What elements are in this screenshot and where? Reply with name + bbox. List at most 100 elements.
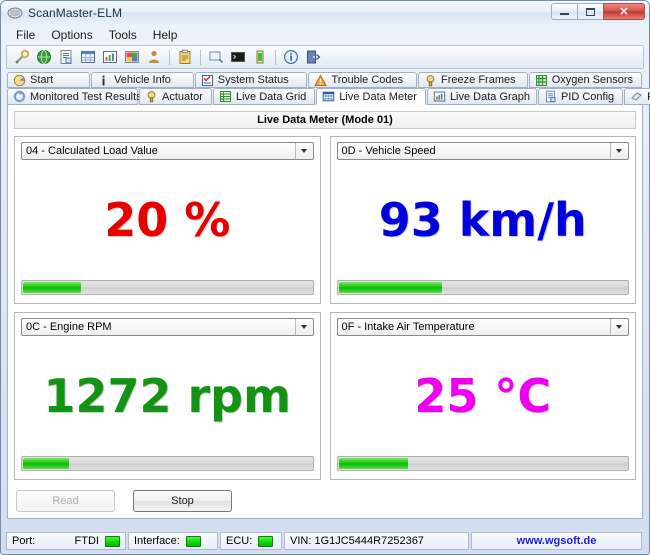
tab-label: PID Config	[561, 91, 614, 103]
checklist-icon	[201, 74, 214, 87]
pid-select-1[interactable]: 0D - Vehicle Speed	[337, 142, 630, 160]
gauge-value-area: 93 km/h	[337, 160, 630, 280]
chevron-down-icon[interactable]	[610, 143, 627, 159]
globe-icon[interactable]	[36, 49, 52, 65]
tab-label: Trouble Codes	[331, 74, 403, 86]
tab-label: Actuator	[162, 91, 203, 103]
menu-item-help[interactable]: Help	[146, 26, 185, 44]
stop-button[interactable]: Stop	[133, 490, 232, 512]
tab-label: Live Data Grid	[236, 91, 306, 103]
freeze-icon	[424, 74, 437, 87]
tab-oxygen-sensors[interactable]: Oxygen Sensors	[529, 72, 642, 88]
tab-label: Monitored Test Results	[30, 91, 142, 103]
close-button[interactable]: ✕	[603, 3, 645, 20]
pid-select-0[interactable]: 04 - Calculated Load Value	[21, 142, 314, 160]
report-icon[interactable]	[58, 49, 74, 65]
user-icon[interactable]	[146, 49, 162, 65]
menu-item-file[interactable]: File	[9, 26, 42, 44]
chevron-down-icon[interactable]	[610, 319, 627, 335]
port-label: Port:	[12, 535, 35, 547]
chart-icon[interactable]	[102, 49, 118, 65]
exit-icon[interactable]	[305, 49, 321, 65]
tab-label: System Status	[218, 74, 289, 86]
info-i-icon	[97, 74, 110, 87]
gauge-value: 20 %	[104, 197, 230, 243]
status-interface: Interface:	[128, 532, 218, 550]
tab-label: Live Data Graph	[450, 91, 530, 103]
gauge-vehicle-speed: 0D - Vehicle Speed 93 km/h	[330, 136, 637, 304]
image-icon[interactable]	[124, 49, 140, 65]
terminal-icon[interactable]	[230, 49, 246, 65]
ecu-label: ECU:	[226, 535, 252, 547]
tab-pid-config[interactable]: PID Config	[538, 88, 623, 105]
action-buttons: Read Stop	[16, 490, 232, 512]
minimize-button[interactable]	[551, 3, 577, 20]
gauge-progress-fill	[23, 458, 69, 469]
ecu-led-icon	[258, 536, 273, 547]
gauge-value-area: 25 °C	[337, 336, 630, 456]
gauge-calculated-load-value: 04 - Calculated Load Value 20 %	[14, 136, 321, 304]
tab-power[interactable]: Power	[624, 88, 650, 105]
config-file-icon	[544, 90, 557, 103]
pid-select-label: 0F - Intake Air Temperature	[342, 321, 611, 333]
tab-live-data-meter[interactable]: Live Data Meter	[316, 88, 426, 105]
gauge-value-area: 1272 rpm	[21, 336, 314, 456]
chevron-down-icon[interactable]	[295, 319, 312, 335]
vin-value: VIN: 1G1JC5444R7252367	[290, 535, 424, 547]
gauge-progress-bar	[21, 456, 314, 471]
pid-select-label: 04 - Calculated Load Value	[26, 145, 295, 157]
pid-select-label: 0C - Engine RPM	[26, 321, 295, 333]
port-value: FTDI	[75, 535, 99, 547]
monitor-icon[interactable]	[208, 49, 224, 65]
maximize-button[interactable]	[577, 3, 603, 20]
tab-freeze-frames[interactable]: Freeze Frames	[418, 72, 528, 88]
tab-system-status[interactable]: System Status	[195, 72, 308, 88]
grid-icon[interactable]	[80, 49, 96, 65]
status-port: Port: FTDI	[6, 532, 126, 550]
connect-icon[interactable]	[14, 49, 30, 65]
info-icon[interactable]	[283, 49, 299, 65]
gauge-value: 25 °C	[414, 373, 551, 419]
status-bar: Port: FTDI Interface: ECU: VIN: 1G1JC544…	[6, 532, 644, 550]
gauge-grid: 04 - Calculated Load Value 20 % 0D - Veh…	[14, 136, 636, 480]
chevron-down-icon[interactable]	[295, 143, 312, 159]
meter-grid-icon	[322, 90, 335, 103]
menu-item-tools[interactable]: Tools	[102, 26, 144, 44]
pid-select-3[interactable]: 0F - Intake Air Temperature	[337, 318, 630, 336]
gauge-value: 93 km/h	[379, 197, 587, 243]
sensor-grid-icon	[535, 74, 548, 87]
tab-label: Live Data Meter	[339, 91, 417, 103]
menu-item-options[interactable]: Options	[44, 26, 99, 44]
pid-select-label: 0D - Vehicle Speed	[342, 145, 611, 157]
pid-select-2[interactable]: 0C - Engine RPM	[21, 318, 314, 336]
interface-label: Interface:	[134, 535, 180, 547]
clipboard-icon[interactable]	[177, 49, 193, 65]
window-controls: ✕	[551, 3, 645, 20]
tab-start[interactable]: Start	[7, 72, 90, 88]
tab-trouble-codes[interactable]: Trouble Codes	[308, 72, 417, 88]
gauge-progress-fill	[339, 458, 408, 469]
status-vin: VIN: 1G1JC5444R7252367	[284, 532, 469, 550]
start-icon	[13, 74, 26, 87]
tab-live-data-grid[interactable]: Live Data Grid	[213, 88, 315, 105]
power-icon	[630, 90, 643, 103]
battery-icon[interactable]	[252, 49, 268, 65]
tab-vehicle-info[interactable]: Vehicle Info	[91, 72, 194, 88]
app-logo-icon	[7, 5, 23, 21]
application-window: ScanMaster-ELM ✕ File Options Tools Help	[0, 0, 650, 555]
tab-actuator[interactable]: Actuator	[139, 88, 212, 105]
tab-row-1: Start Vehicle Info System Status Trouble…	[7, 72, 643, 88]
port-led-icon	[105, 536, 120, 547]
gauge-value: 1272 rpm	[43, 373, 291, 419]
toolbar-separator	[169, 50, 170, 65]
read-button[interactable]: Read	[16, 490, 115, 512]
tab-live-data-graph[interactable]: Live Data Graph	[427, 88, 537, 105]
table-icon	[219, 90, 232, 103]
gauge-progress-bar	[337, 456, 630, 471]
status-website-link[interactable]: www.wgsoft.de	[471, 532, 642, 550]
interface-led-icon	[186, 536, 201, 547]
tab-row-2: Monitored Test Results Actuator Live Dat…	[7, 88, 643, 105]
refresh-circle-icon	[13, 90, 26, 103]
toolbar	[6, 45, 644, 69]
tab-monitored-test-results[interactable]: Monitored Test Results	[7, 88, 138, 105]
